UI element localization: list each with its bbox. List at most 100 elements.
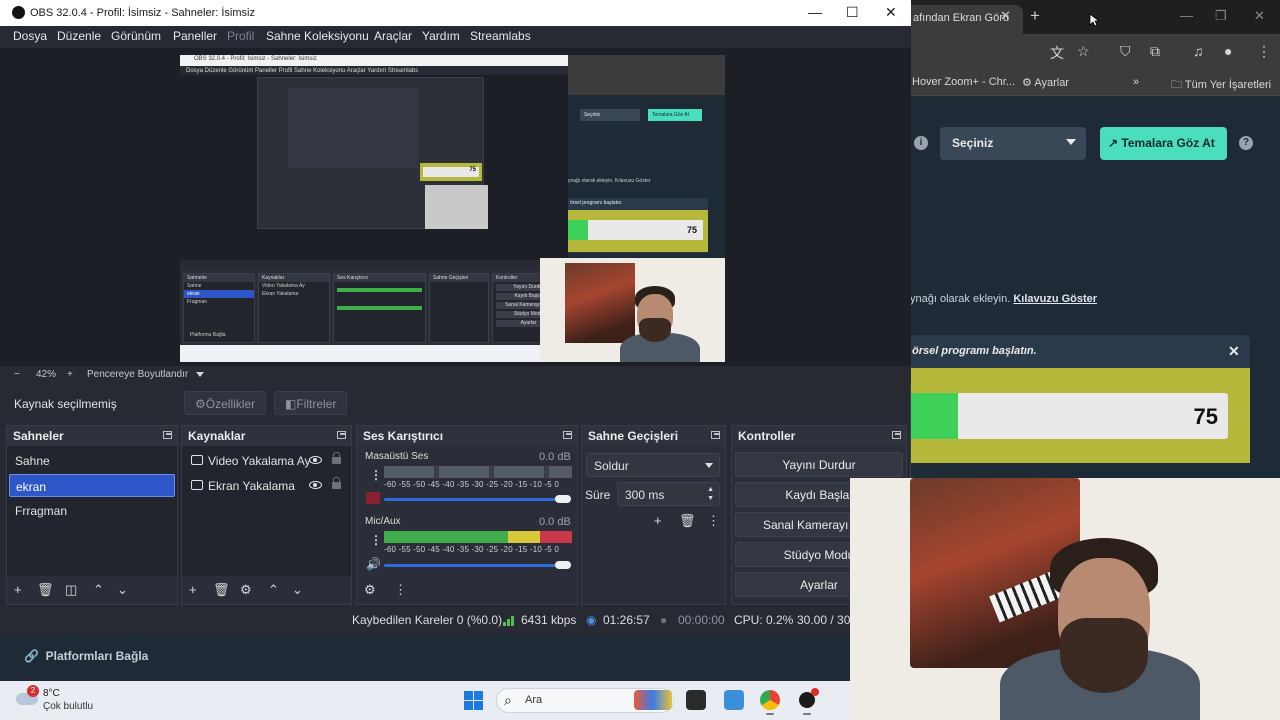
preview-mixer-head: Ses Karıştırıcı (334, 274, 425, 282)
chrome-app-icon[interactable] (760, 690, 780, 710)
maximize-icon[interactable]: ☐ (846, 4, 859, 21)
transition-select[interactable]: Soldur (586, 453, 720, 477)
new-tab-icon[interactable]: + (1030, 6, 1040, 26)
speaker-icon[interactable]: 🔊 (366, 557, 381, 571)
lock-icon[interactable] (332, 452, 341, 464)
connect-platforms-link[interactable]: 🔗 Platformları Bağla (24, 649, 148, 663)
menu-scene-collection[interactable]: Sahne Koleksiyonu (266, 29, 369, 43)
stop-streaming-button[interactable]: Yayını Durdur (735, 452, 903, 477)
menu-streamlabs[interactable]: Streamlabs (470, 29, 531, 43)
source-properties-icon[interactable]: ⚙ (240, 582, 252, 598)
eye-icon[interactable] (309, 481, 322, 489)
person-beard (639, 318, 671, 342)
menu-view[interactable]: Görünüm (111, 29, 161, 43)
restore-icon[interactable]: ❐ (1215, 8, 1227, 24)
minimize-icon[interactable]: — (1180, 8, 1193, 23)
menu-edit[interactable]: Düzenle (57, 29, 101, 43)
scene-item[interactable]: ekran (9, 474, 175, 497)
source-item[interactable]: Video Yakalama Ay (186, 450, 346, 473)
undock-icon[interactable] (892, 431, 901, 439)
windows-start-icon[interactable] (464, 691, 483, 710)
extensions-icon[interactable]: ⧉ (1150, 43, 1160, 60)
source-item[interactable]: Ekran Yakalama (186, 475, 346, 498)
bookmark-star-icon[interactable]: ☆ (1077, 43, 1090, 60)
volume-slider[interactable] (384, 498, 564, 501)
move-down-icon[interactable]: ⌄ (292, 582, 303, 598)
chevron-down-icon[interactable] (196, 372, 204, 377)
add-transition-icon[interactable]: + (654, 513, 662, 528)
muted-speaker-icon[interactable] (366, 492, 380, 504)
kebab-menu-icon[interactable]: ⋮ (394, 582, 407, 598)
weather-temperature[interactable]: 8°C (43, 688, 60, 699)
weather-description[interactable]: Çok bulutlu (43, 701, 93, 712)
widgets-app-icon[interactable] (724, 690, 744, 710)
notice-card-title: örsel programı başlatın. (912, 345, 1037, 357)
chevron-right-icon[interactable]: » (1133, 76, 1139, 88)
close-icon[interactable]: ✕ (885, 4, 897, 21)
undock-icon[interactable] (563, 431, 572, 439)
menu-profile: Profil (227, 29, 255, 43)
scene-item[interactable]: Sahne (9, 449, 175, 472)
remove-transition-icon[interactable]: 🗑 (679, 513, 696, 529)
add-scene-icon[interactable]: + (14, 582, 22, 597)
move-up-icon[interactable]: ⌃ (268, 582, 279, 598)
bookmark-hover-zoom[interactable]: Hover Zoom+ - Chr... (912, 76, 1015, 88)
info-icon[interactable]: i (914, 136, 928, 150)
kebab-menu-icon[interactable]: ⋮ (707, 513, 720, 529)
search-placeholder: Ara (525, 694, 543, 706)
media-icon[interactable]: ♫ (1193, 43, 1204, 59)
undock-icon[interactable] (711, 431, 720, 439)
move-up-icon[interactable]: ⌃ (93, 582, 104, 598)
scene-filters-icon[interactable]: ◫ (65, 582, 77, 598)
transitions-dock-header: Sahne Geçişleri (582, 426, 725, 446)
task-view-icon[interactable] (686, 690, 706, 710)
show-guide-link[interactable]: Kılavuzu Göster (1013, 293, 1097, 305)
add-source-icon[interactable]: + (189, 582, 197, 597)
kebab-menu-icon[interactable]: ⋮ (370, 468, 382, 482)
windows-taskbar (0, 681, 850, 720)
close-icon[interactable]: ✕ (1228, 343, 1240, 360)
eye-icon[interactable] (309, 456, 322, 464)
menu-docks[interactable]: Paneller (173, 29, 217, 43)
theme-select[interactable]: Seçiniz (940, 127, 1086, 160)
shield-icon[interactable]: ⛉ (1120, 43, 1131, 60)
volume-slider-handle[interactable] (555, 561, 571, 569)
sources-dock-title: Kaynaklar (188, 429, 246, 443)
remove-scene-icon[interactable]: 🗑 (37, 582, 54, 598)
remove-source-icon[interactable]: 🗑 (213, 582, 230, 598)
preview-progress-value: 75 (686, 225, 697, 235)
close-window-icon[interactable]: ✕ (1254, 8, 1265, 24)
streaming-icon: ◉ (586, 613, 597, 627)
volume-slider[interactable] (384, 564, 564, 567)
preview-scenes-head: Sahneler (184, 274, 254, 282)
lock-icon[interactable] (332, 477, 341, 489)
undock-icon[interactable] (337, 431, 346, 439)
zoom-out-button[interactable]: − (14, 369, 20, 380)
menu-help[interactable]: Yardım (422, 29, 460, 43)
kebab-menu-icon[interactable]: ⋮ (370, 533, 382, 547)
help-icon[interactable]: ? (1239, 136, 1253, 150)
bookmark-all[interactable]: 🗀 Tüm Yer İşaretleri (1171, 76, 1271, 95)
minimize-icon[interactable]: — (808, 4, 822, 20)
fit-to-window-label[interactable]: Pencereye Boyutlandır (87, 369, 188, 380)
volume-slider-handle[interactable] (555, 495, 571, 503)
zoom-in-button[interactable]: + (67, 369, 73, 380)
menu-file[interactable]: Dosya (13, 29, 47, 43)
translate-icon[interactable]: 文 (1050, 43, 1064, 63)
scene-item[interactable]: Frragman (9, 499, 175, 522)
bookmark-settings[interactable]: ⚙ Ayarlar (1022, 76, 1069, 89)
preview-meter (337, 288, 422, 292)
advanced-audio-icon[interactable]: ⚙ (364, 582, 376, 598)
search-highlight-icon[interactable] (634, 690, 672, 710)
duration-stepper[interactable]: 300 ms ▲ ▼ (617, 482, 720, 506)
profile-icon[interactable]: ● (1224, 43, 1232, 59)
undock-icon[interactable] (163, 431, 172, 439)
preview-obs-titlebar: OBS 32.0.4 - Profil: İsimsiz - Sahneler:… (180, 55, 568, 66)
stepper-arrows-icon[interactable]: ▲ ▼ (707, 485, 714, 503)
preview-browser-toolbar (568, 55, 725, 95)
menu-tools[interactable]: Araçlar (374, 29, 412, 43)
browse-themes-button[interactable]: ↗ Temalara Göz At (1100, 127, 1227, 160)
more-menu-icon[interactable]: ⋮ (1257, 43, 1271, 60)
move-down-icon[interactable]: ⌄ (117, 582, 128, 598)
close-tab-icon[interactable]: ✕ (1000, 8, 1011, 24)
